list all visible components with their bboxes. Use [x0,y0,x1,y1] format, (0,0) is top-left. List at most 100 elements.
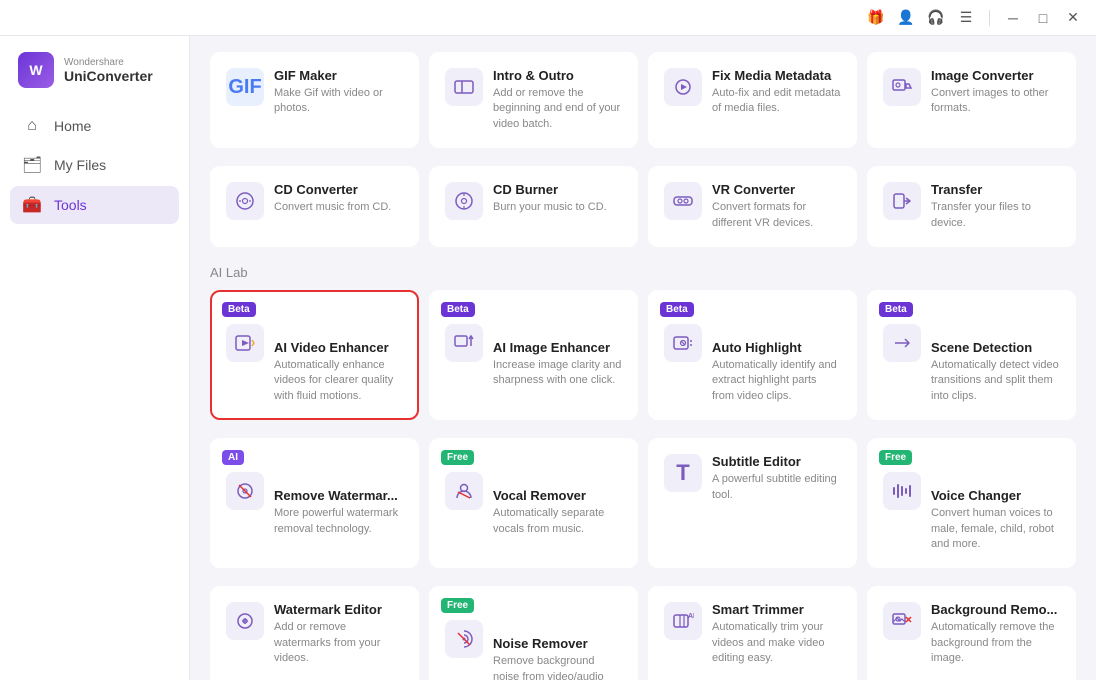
logo-icon: W [18,52,54,88]
subtitle-editor-desc: A powerful subtitle editing tool. [712,472,841,503]
headset-icon[interactable]: 🎧 [925,7,947,29]
tool-remove-watermark[interactable]: AI Remove Watermar... More powerful wate… [210,438,419,568]
menu-icon[interactable]: ☰ [955,7,977,29]
sidebar-item-home[interactable]: ⌂ Home [10,108,179,144]
main-content: GIF GIF Maker Make Gif with video or pho… [190,36,1096,680]
noise-remover-desc: Remove background noise from video/audio… [493,654,622,680]
transfer-name: Transfer [931,182,1060,197]
fix-media-metadata-name: Fix Media Metadata [712,68,841,83]
ai-video-enhancer-name: AI Video Enhancer [274,340,403,355]
sidebar-nav: ⌂ Home 🗂 My Files 🧰 Tools [0,108,189,224]
cd-converter-name: CD Converter [274,182,403,197]
intro-outro-desc: Add or remove the beginning and end of y… [493,86,622,132]
background-remo-icon [883,602,921,640]
remove-watermark-name: Remove Watermar... [274,488,403,503]
tool-voice-changer[interactable]: Free Voice Changer Convert human voices … [867,438,1076,568]
fix-media-metadata-icon [664,68,702,106]
cd-converter-icon [226,182,264,220]
tool-transfer[interactable]: Transfer Transfer your files to device. [867,166,1076,247]
voice-changer-icon [883,472,921,510]
tools-section-cd: CD Converter Convert music from CD. CD B… [210,166,1076,247]
tool-fix-media-metadata[interactable]: Fix Media Metadata Auto-fix and edit met… [648,52,857,148]
tool-vocal-remover[interactable]: Free Vocal Remover Automatically separat… [429,438,638,568]
tool-auto-highlight[interactable]: Beta Auto Highlight Automatically identi… [648,290,857,420]
ai-video-enhancer-desc: Automatically enhance videos for clearer… [274,358,403,404]
tool-background-remo[interactable]: Background Remo... Automatically remove … [867,586,1076,680]
logo-brand: Wondershare [64,57,153,68]
sidebar-item-home-label: Home [54,118,91,134]
gift-icon[interactable]: 🎁 [865,7,887,29]
vocal-remover-icon [445,472,483,510]
noise-remover-icon [445,620,483,658]
maximize-button[interactable]: □ [1032,7,1054,29]
vr-converter-desc: Convert formats for different VR devices… [712,200,841,231]
tool-cd-converter[interactable]: CD Converter Convert music from CD. [210,166,419,247]
vocal-remover-name: Vocal Remover [493,488,622,503]
voice-changer-desc: Convert human voices to male, female, ch… [931,506,1060,552]
gif-maker-name: GIF Maker [274,68,403,83]
auto-highlight-badge: Beta [660,302,694,317]
minimize-button[interactable]: ─ [1002,7,1024,29]
tool-gif-maker[interactable]: GIF GIF Maker Make Gif with video or pho… [210,52,419,148]
subtitle-editor-name: Subtitle Editor [712,454,841,469]
svg-text:AI: AI [688,613,694,620]
logo: W Wondershare UniConverter [0,52,189,108]
watermark-editor-icon [226,602,264,640]
scene-detection-icon [883,324,921,362]
sidebar-item-tools-label: Tools [54,197,87,213]
ai-image-enhancer-desc: Increase image clarity and sharpness wit… [493,358,622,389]
tool-ai-video-enhancer[interactable]: Beta AI Video Enhancer Automatically enh… [210,290,419,420]
tool-subtitle-editor[interactable]: T Subtitle Editor A powerful subtitle ed… [648,438,857,568]
image-converter-icon [883,68,921,106]
auto-highlight-desc: Automatically identify and extract highl… [712,358,841,404]
intro-outro-icon [445,68,483,106]
gif-maker-desc: Make Gif with video or photos. [274,86,403,117]
tool-vr-converter[interactable]: VR Converter Convert formats for differe… [648,166,857,247]
logo-name: UniConverter [64,68,153,84]
tool-cd-burner[interactable]: CD Burner Burn your music to CD. [429,166,638,247]
cd-converter-desc: Convert music from CD. [274,200,403,215]
titlebar: 🎁 👤 🎧 ☰ ─ □ ✕ [0,0,1096,36]
watermark-editor-desc: Add or remove watermarks from your video… [274,620,403,666]
sidebar-item-tools[interactable]: 🧰 Tools [10,186,179,224]
intro-outro-name: Intro & Outro [493,68,622,83]
noise-remover-name: Noise Remover [493,636,622,651]
tools-section-bottom: Watermark Editor Add or remove watermark… [210,586,1076,680]
voice-changer-name: Voice Changer [931,488,1060,503]
ai-video-enhancer-badge: Beta [222,302,256,317]
remove-watermark-badge: AI [222,450,244,465]
tool-ai-image-enhancer[interactable]: Beta AI Image Enhancer Increase image cl… [429,290,638,420]
scene-detection-desc: Automatically detect video transitions a… [931,358,1060,404]
ai-image-enhancer-name: AI Image Enhancer [493,340,622,355]
transfer-desc: Transfer your files to device. [931,200,1060,231]
tools-section-ai-tools: AI Remove Watermar... More powerful wate… [210,438,1076,568]
tool-intro-outro[interactable]: Intro & Outro Add or remove the beginnin… [429,52,638,148]
home-icon: ⌂ [22,117,42,135]
smart-trimmer-desc: Automatically trim your videos and make … [712,620,841,666]
remove-watermark-icon [226,472,264,510]
tool-scene-detection[interactable]: Beta Scene Detection Automatically detec… [867,290,1076,420]
vocal-remover-badge: Free [441,450,474,465]
auto-highlight-icon [664,324,702,362]
vocal-remover-desc: Automatically separate vocals from music… [493,506,622,537]
background-remo-name: Background Remo... [931,602,1060,617]
scene-detection-badge: Beta [879,302,913,317]
close-button[interactable]: ✕ [1062,7,1084,29]
sidebar-item-myfiles-label: My Files [54,157,106,173]
vr-converter-name: VR Converter [712,182,841,197]
sidebar-item-myfiles[interactable]: 🗂 My Files [10,146,179,184]
tool-noise-remover[interactable]: Free Noise Remover Remove background noi… [429,586,638,680]
tool-smart-trimmer[interactable]: AI Smart Trimmer Automatically trim your… [648,586,857,680]
myfiles-icon: 🗂 [22,155,42,175]
gif-maker-icon: GIF [226,68,264,106]
tools-icon: 🧰 [22,195,42,215]
tools-section-ailab: Beta AI Video Enhancer Automatically enh… [210,290,1076,420]
user-icon[interactable]: 👤 [895,7,917,29]
cd-burner-desc: Burn your music to CD. [493,200,622,215]
ai-image-enhancer-icon [445,324,483,362]
tool-watermark-editor[interactable]: Watermark Editor Add or remove watermark… [210,586,419,680]
sidebar: W Wondershare UniConverter ⌂ Home 🗂 My F… [0,36,190,680]
tool-image-converter[interactable]: Image Converter Convert images to other … [867,52,1076,148]
cd-burner-name: CD Burner [493,182,622,197]
vr-converter-icon [664,182,702,220]
